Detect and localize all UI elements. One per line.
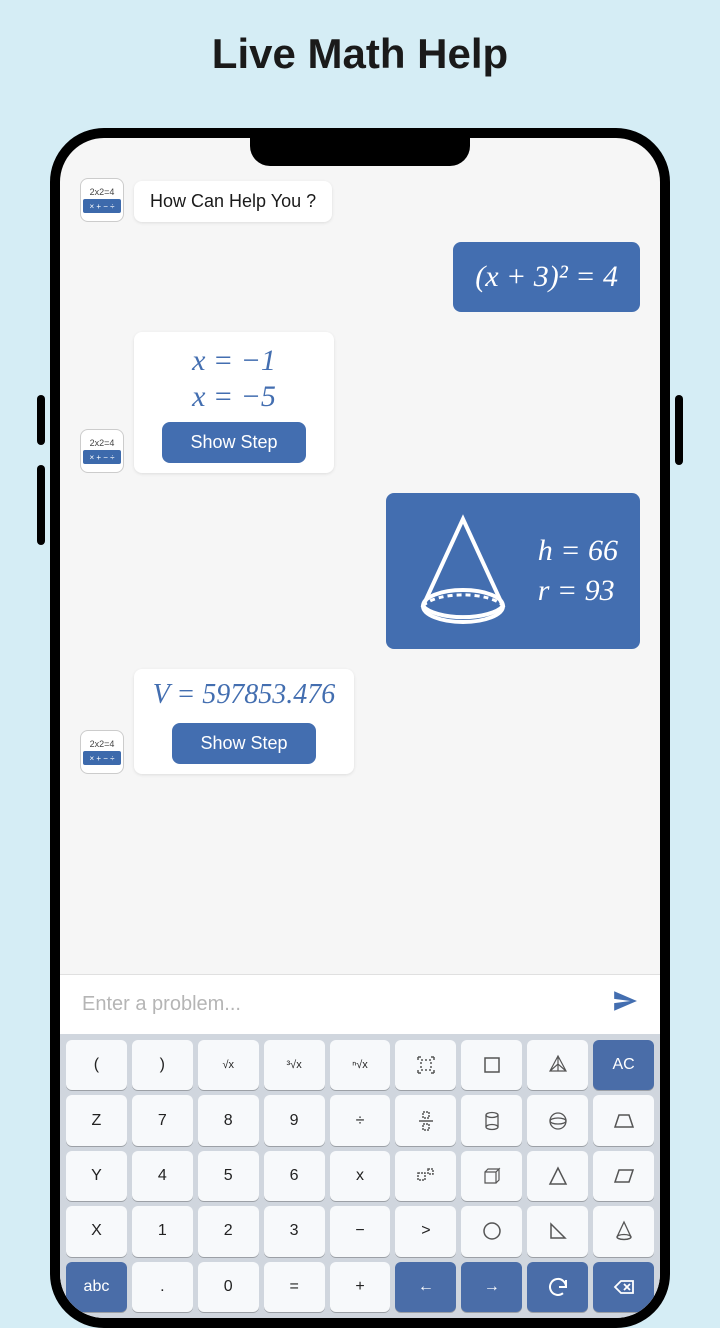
key-pyramid[interactable] xyxy=(527,1040,588,1090)
key-parallelogram[interactable] xyxy=(593,1151,654,1201)
key-4[interactable]: 4 xyxy=(132,1151,193,1201)
user-message-row: (x + 3)² = 4 xyxy=(80,242,640,312)
user-bubble: (x + 3)² = 4 xyxy=(453,242,640,312)
key-3[interactable]: 3 xyxy=(264,1206,325,1256)
answer-line: x = −1 xyxy=(150,344,318,378)
greeting-text: How Can Help You ? xyxy=(150,191,316,211)
bot-message-row: 2x2=4 × + − ÷ How Can Help You ? xyxy=(80,178,640,222)
math-keyboard: ()√x³√xⁿ√x AC Z789÷ Y456x X123−> abc.0=+←→ xyxy=(60,1034,660,1318)
bot-message-row: 2x2=4 × + − ÷ x = −1 x = −5 Show Step xyxy=(80,332,640,473)
page-title: Live Math Help xyxy=(0,0,720,98)
key-÷[interactable]: ÷ xyxy=(330,1095,391,1145)
key-brackets[interactable] xyxy=(395,1040,456,1090)
phone-side-button xyxy=(37,465,45,545)
key-cone2[interactable] xyxy=(593,1206,654,1256)
key-−[interactable]: − xyxy=(330,1206,391,1256)
key-righttri[interactable] xyxy=(527,1206,588,1256)
key-.[interactable]: . xyxy=(132,1262,193,1312)
show-step-button[interactable]: Show Step xyxy=(162,422,305,463)
key-circle[interactable] xyxy=(461,1206,522,1256)
key-abc[interactable]: abc xyxy=(66,1262,127,1312)
key-+[interactable]: + xyxy=(330,1262,391,1312)
user-message-row: h = 66 r = 93 xyxy=(80,493,640,649)
phone-notch xyxy=(250,138,470,166)
cone-values: h = 66 r = 93 xyxy=(538,528,618,614)
input-bar xyxy=(60,974,660,1034)
key-8[interactable]: 8 xyxy=(198,1095,259,1145)
key-√x[interactable]: √x xyxy=(198,1040,259,1090)
chat-area: 2x2=4 × + − ÷ How Can Help You ? (x + 3)… xyxy=(60,138,660,938)
bot-bubble: x = −1 x = −5 Show Step xyxy=(134,332,334,473)
problem-input[interactable] xyxy=(82,993,612,1016)
key-square[interactable] xyxy=(461,1040,522,1090)
send-icon[interactable] xyxy=(612,988,638,1021)
key-trapezoid[interactable] xyxy=(593,1095,654,1145)
key-cube[interactable] xyxy=(461,1151,522,1201)
key-sphere[interactable] xyxy=(527,1095,588,1145)
phone-frame: 2x2=4 × + − ÷ How Can Help You ? (x + 3)… xyxy=(50,128,670,1328)
volume-answer: V = 597853.476 xyxy=(150,679,338,711)
key-9[interactable]: 9 xyxy=(264,1095,325,1145)
key-fraction[interactable] xyxy=(395,1095,456,1145)
key-0[interactable]: 0 xyxy=(198,1262,259,1312)
key-Y[interactable]: Y xyxy=(66,1151,127,1201)
key-cylinder[interactable] xyxy=(461,1095,522,1145)
key-³√x[interactable]: ³√x xyxy=(264,1040,325,1090)
key-1[interactable]: 1 xyxy=(132,1206,193,1256)
phone-side-button xyxy=(675,395,683,465)
bot-avatar: 2x2=4 × + − ÷ xyxy=(80,178,124,222)
key-7[interactable]: 7 xyxy=(132,1095,193,1145)
key-6[interactable]: 6 xyxy=(264,1151,325,1201)
key-2[interactable]: 2 xyxy=(198,1206,259,1256)
key-undo[interactable] xyxy=(527,1262,588,1312)
key->[interactable]: > xyxy=(395,1206,456,1256)
key-backspace[interactable] xyxy=(593,1262,654,1312)
key-dotbox[interactable] xyxy=(395,1151,456,1201)
bot-message-row: 2x2=4 × + − ÷ V = 597853.476 Show Step xyxy=(80,669,640,774)
key-←[interactable]: ← xyxy=(395,1262,456,1312)
cone-icon xyxy=(408,511,518,631)
key-)[interactable]: ) xyxy=(132,1040,193,1090)
key-x[interactable]: x xyxy=(330,1151,391,1201)
show-step-button[interactable]: Show Step xyxy=(172,723,315,764)
bot-avatar: 2x2=4 × + − ÷ xyxy=(80,730,124,774)
key-([interactable]: ( xyxy=(66,1040,127,1090)
bot-bubble: V = 597853.476 Show Step xyxy=(134,669,354,774)
key-ⁿ√x[interactable]: ⁿ√x xyxy=(330,1040,391,1090)
bot-bubble: How Can Help You ? xyxy=(134,181,332,222)
key-X[interactable]: X xyxy=(66,1206,127,1256)
key-Z[interactable]: Z xyxy=(66,1095,127,1145)
key-AC[interactable]: AC xyxy=(593,1040,654,1090)
answer-line: x = −5 xyxy=(150,380,318,414)
user-equation: (x + 3)² = 4 xyxy=(475,260,618,293)
user-bubble: h = 66 r = 93 xyxy=(386,493,640,649)
key-=[interactable]: = xyxy=(264,1262,325,1312)
key-5[interactable]: 5 xyxy=(198,1151,259,1201)
key-→[interactable]: → xyxy=(461,1262,522,1312)
phone-side-button xyxy=(37,395,45,445)
bot-avatar: 2x2=4 × + − ÷ xyxy=(80,429,124,473)
key-triangle[interactable] xyxy=(527,1151,588,1201)
